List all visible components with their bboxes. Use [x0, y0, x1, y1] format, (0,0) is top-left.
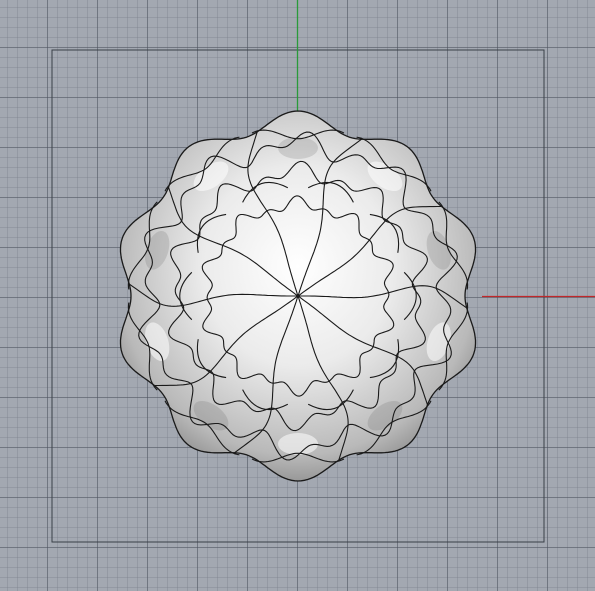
lobe-highlight [278, 433, 318, 455]
surface-pole-point [296, 294, 300, 298]
viewport-canvas[interactable] [0, 0, 595, 591]
lobe-highlight [278, 137, 318, 159]
rhino-top-viewport[interactable] [0, 0, 595, 591]
